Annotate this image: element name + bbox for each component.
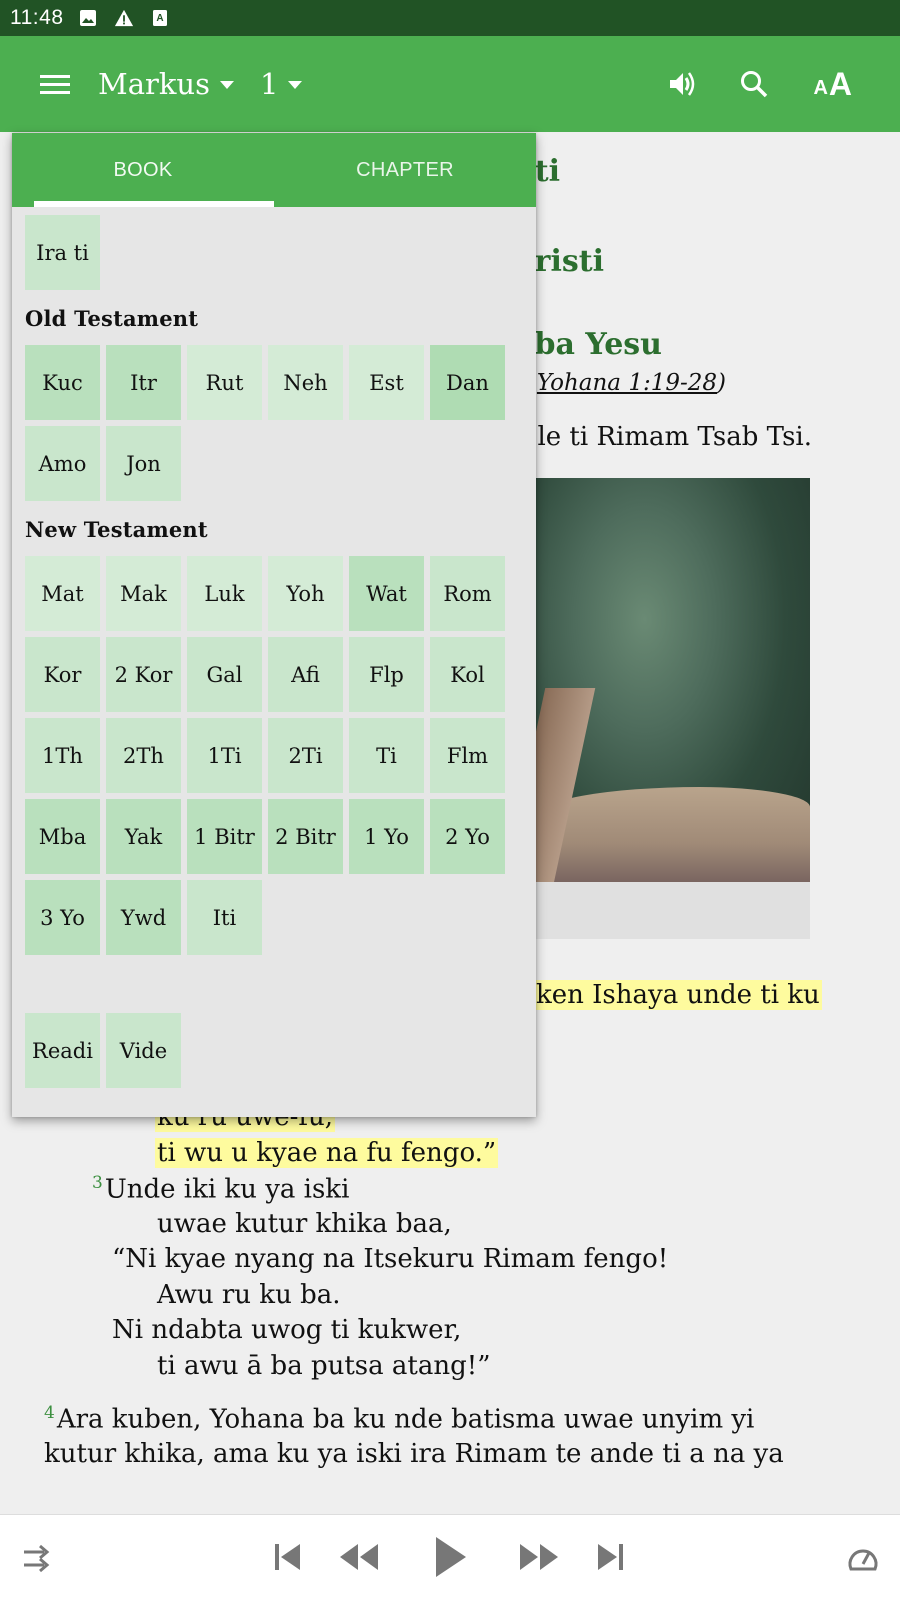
book-selector[interactable]: Markus [98,67,234,101]
book-tile[interactable]: Amo [25,426,100,501]
verse-line: kutur khika, ama ku ya iski ira Rimam te… [44,1439,784,1469]
book-tile[interactable]: Kol [430,637,505,712]
book-tile[interactable]: 1 Bitr [187,799,262,874]
status-time: 11:48 [10,6,64,29]
highlighted-verse-text: ti wu u kyae na fu fengo.” [155,1138,499,1168]
book-tile[interactable]: Iti [187,880,262,955]
illustration-caption [534,882,810,939]
book-tile[interactable]: Kuc [25,345,100,420]
hamburger-menu-icon[interactable] [40,70,70,99]
book-tile[interactable]: 1Ti [187,718,262,793]
book-tile[interactable]: 1 Yo [349,799,424,874]
verse-line: Ni ndabta uwog ti kukwer, [112,1315,462,1345]
book-tile[interactable]: Est [349,345,424,420]
book-tile[interactable]: 3 Yo [25,880,100,955]
verse-line: ti awu ā ba putsa atang!” [157,1351,491,1381]
play-icon[interactable] [432,1535,468,1579]
book-tile[interactable]: Yoh [268,556,343,631]
book-tile[interactable]: Mak [106,556,181,631]
book-chapter-picker: BOOK CHAPTER Ira ti Old Testament Kuc It… [12,133,536,1117]
chevron-down-icon [288,81,303,89]
tab-chapter[interactable]: CHAPTER [274,133,536,207]
verse-number: 3 [92,1173,103,1193]
book-name: Markus [98,67,210,101]
book-tile[interactable]: 2 Bitr [268,799,343,874]
chevron-down-icon [219,81,234,89]
audio-player-bar [0,1514,900,1600]
image-icon [78,8,98,28]
scripture-illustration[interactable] [534,478,810,882]
svg-text:A: A [156,13,163,24]
chapter-number: 1 [259,67,279,101]
speed-icon[interactable] [846,1543,880,1573]
tab-book[interactable]: BOOK [12,133,274,207]
book-tile[interactable]: Kor [25,637,100,712]
verse-line: “Ni kyae nyang na Itsekuru Rimam fengo! [112,1244,669,1274]
book-tile[interactable]: 2 Kor [106,637,181,712]
cross-reference-link[interactable]: Yohana 1:19-28 [537,370,717,396]
book-tile[interactable]: Wat [349,556,424,631]
book-tile[interactable]: Mba [25,799,100,874]
book-tile[interactable]: Afi [268,637,343,712]
book-tile[interactable]: Flp [349,637,424,712]
book-tile[interactable]: Yak [106,799,181,874]
verse-number: 4 [44,1403,55,1423]
verse-line: 3Unde iki ku ya iski [92,1173,350,1205]
book-tile[interactable]: Neh [268,345,343,420]
text-size-icon[interactable]: AA [813,68,852,100]
search-icon[interactable] [739,69,769,99]
rewind-icon[interactable] [338,1541,382,1573]
verse-line: uwae kutur khika baa, [157,1209,452,1239]
section-title-old-testament: Old Testament [25,306,199,331]
book-tile[interactable]: 2Th [106,718,181,793]
verse-line: Awu ru ku ba. [157,1280,341,1310]
extra-tile-readings[interactable]: Readi [25,1013,100,1088]
section-title-new-testament: New Testament [25,517,208,542]
speaker-icon[interactable] [667,68,699,100]
text-notification-icon: A [150,8,170,28]
highlighted-verse-text: ken Ishaya unde ti ku [534,980,822,1010]
book-tile[interactable]: Dan [430,345,505,420]
book-tile[interactable]: Rut [187,345,262,420]
book-tile[interactable]: Mat [25,556,100,631]
chapter-selector[interactable]: 1 [259,67,303,101]
book-tile[interactable]: Ira ti [25,215,100,290]
fast-forward-icon[interactable] [516,1541,560,1573]
picker-tabs: BOOK CHAPTER [12,133,536,207]
book-tile[interactable]: 1Th [25,718,100,793]
skip-to-start-icon[interactable] [272,1541,304,1573]
app-toolbar: Markus 1 AA [0,36,900,132]
book-tile[interactable]: Gal [187,637,262,712]
warning-icon [114,8,134,28]
book-tile[interactable]: Luk [187,556,262,631]
book-tile[interactable]: Ti [349,718,424,793]
skip-to-end-icon[interactable] [594,1541,626,1573]
status-bar: 11:48 A [0,0,900,36]
book-tile[interactable]: 2Ti [268,718,343,793]
book-tile[interactable]: Flm [430,718,505,793]
extra-tile-videos[interactable]: Vide [106,1013,181,1088]
verse-line: 4Ara kuben, Yohana ba ku nde batisma uwa… [44,1403,755,1435]
book-grid: Ira ti Old Testament Kuc Itr Rut Neh Est… [12,207,536,1088]
book-tile[interactable]: Rom [430,556,505,631]
book-tile[interactable]: Itr [106,345,181,420]
book-tile[interactable]: Jon [106,426,181,501]
book-tile[interactable]: 2 Yo [430,799,505,874]
repeat-icon[interactable] [22,1543,50,1573]
illustration-ground [534,787,810,882]
book-tile[interactable]: Ywd [106,880,181,955]
